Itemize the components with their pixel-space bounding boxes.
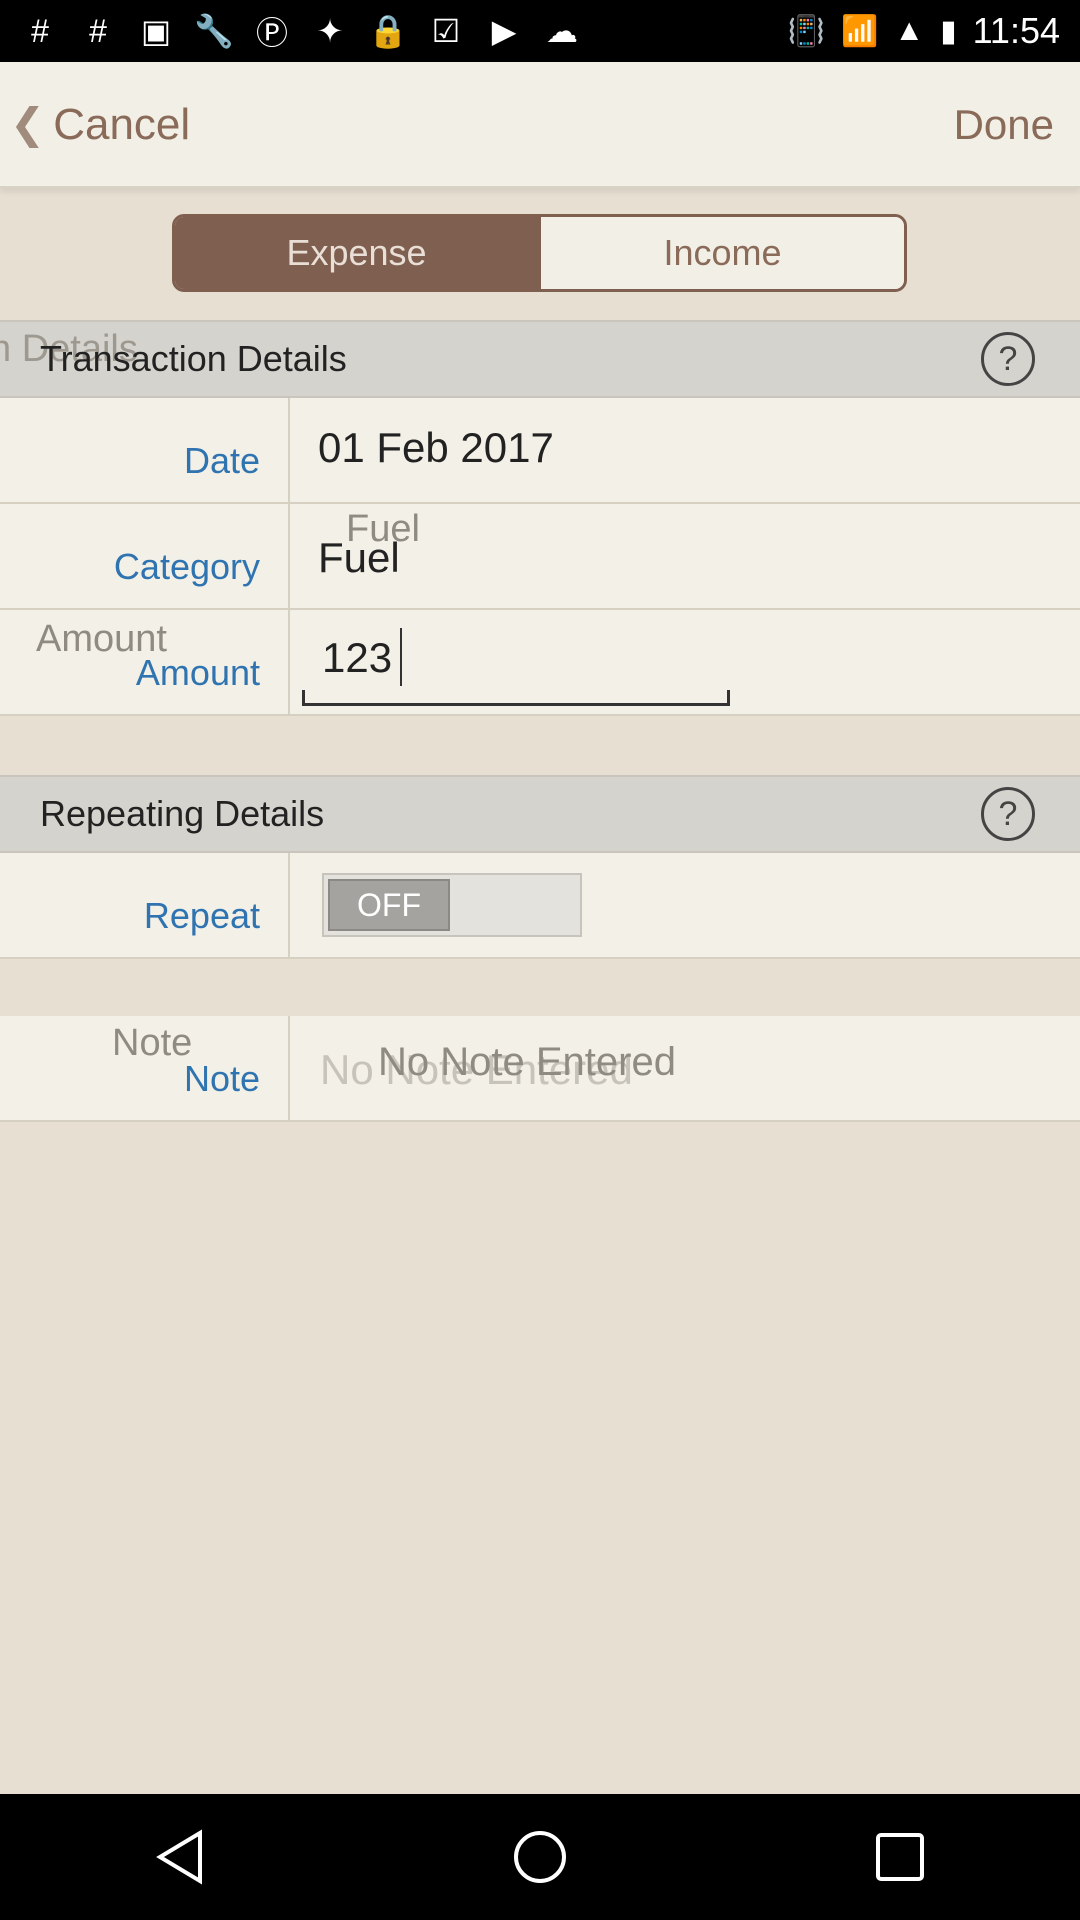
home-nav-button[interactable] xyxy=(490,1807,590,1907)
date-label: Date xyxy=(183,440,260,481)
circle-p-icon: Ⓟ xyxy=(255,15,288,51)
label-cell: Repeat xyxy=(0,853,290,957)
cancel-button[interactable]: ❮ Cancel xyxy=(10,62,190,188)
category-value[interactable]: Fuel xyxy=(318,534,400,582)
recents-square-icon xyxy=(876,1833,924,1881)
wifi-icon: 📶 xyxy=(841,14,879,48)
back-triangle-icon xyxy=(156,1829,202,1885)
chevron-left-icon: ❮ xyxy=(10,99,46,147)
tab-expense[interactable]: Expense xyxy=(175,217,538,289)
category-row[interactable]: Category Fuel Fuel xyxy=(0,504,1080,610)
hashtag-icon: # xyxy=(89,12,107,49)
repeat-toggle[interactable]: OFF xyxy=(322,873,582,937)
play-store-icon: ▶ xyxy=(491,13,517,49)
amount-row[interactable]: Amount Amount 123 xyxy=(0,610,1080,716)
battery-icon: ▮ xyxy=(940,14,957,48)
cancel-label: Cancel xyxy=(53,100,191,149)
note-row[interactable]: Note Note No Note Entered No Note Entere… xyxy=(0,1016,1080,1122)
inbox-check-icon: ☑ xyxy=(431,13,461,49)
satellite-icon: ✦ xyxy=(316,13,344,49)
status-bar: # # ▣ 🔧 Ⓟ ✦ 🔒 ☑ ▶ ☁ 📳 📶 ▲ ▮ 11:54 xyxy=(0,0,1080,62)
amount-label: Amount xyxy=(135,652,260,693)
type-segmented-control: Expense Income xyxy=(172,214,907,292)
status-time: 11:54 xyxy=(972,10,1060,51)
vibrate-icon: 📳 xyxy=(787,14,825,48)
notification-icon: ▣ xyxy=(140,13,172,49)
label-cell: Amount Amount xyxy=(0,610,290,714)
label-cell: Date xyxy=(0,398,290,502)
lock-icon: 🔒 xyxy=(368,13,408,49)
done-button[interactable]: Done xyxy=(954,62,1054,188)
label-cell: Note Note xyxy=(0,1016,290,1120)
text-caret xyxy=(400,628,402,686)
back-nav-button[interactable] xyxy=(130,1807,230,1907)
note-label: Note xyxy=(183,1058,260,1099)
recents-nav-button[interactable] xyxy=(850,1807,950,1907)
note-placeholder[interactable]: No Note Entered xyxy=(378,1040,676,1085)
cloud-icon: ☁ xyxy=(546,13,578,49)
section-title: Repeating Details xyxy=(40,793,325,834)
toggle-knob: OFF xyxy=(328,879,450,931)
tab-income[interactable]: Income xyxy=(538,217,904,289)
home-circle-icon xyxy=(514,1831,566,1883)
category-label: Category xyxy=(113,546,260,587)
header: ❮ Cancel Done xyxy=(0,62,1080,188)
transaction-details-header: n Details Transaction Details ? xyxy=(0,320,1080,398)
hashtag-icon: # xyxy=(31,12,49,49)
amount-input[interactable]: 123 xyxy=(322,634,392,682)
label-cell: Category xyxy=(0,504,290,608)
ghost-note-label: Note xyxy=(112,1022,193,1064)
repeating-details-header: Repeating Details ? xyxy=(0,775,1080,853)
repeat-label: Repeat xyxy=(143,895,260,936)
signal-icon: ▲ xyxy=(894,14,925,47)
repeat-row: Repeat OFF xyxy=(0,853,1080,959)
system-nav-bar xyxy=(0,1794,1080,1920)
help-icon[interactable]: ? xyxy=(981,787,1035,841)
amount-underline xyxy=(302,690,730,706)
section-title: Transaction Details xyxy=(40,338,347,379)
help-icon[interactable]: ? xyxy=(981,332,1035,386)
date-row[interactable]: Date 01 Feb 2017 xyxy=(0,398,1080,504)
wrench-icon: 🔧 xyxy=(194,13,234,49)
date-value[interactable]: 01 Feb 2017 xyxy=(318,424,554,472)
